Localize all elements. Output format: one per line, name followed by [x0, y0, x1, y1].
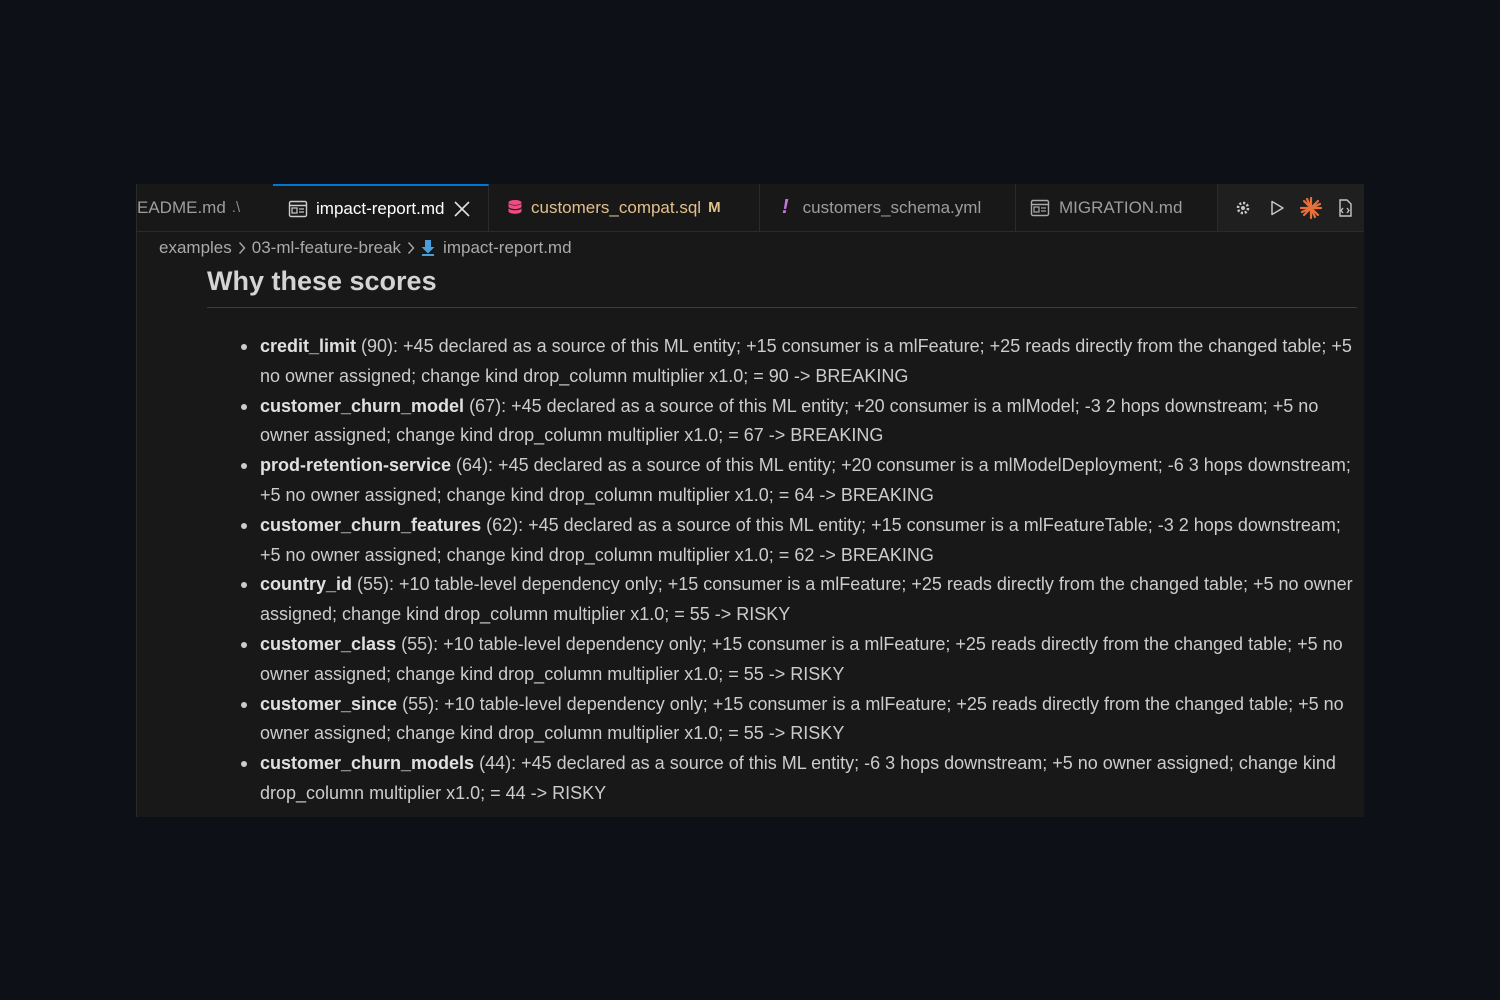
markdown-preview-icon	[288, 200, 308, 218]
tab-bar: EADME.md .\ impact-report.md customers_c…	[137, 184, 1364, 232]
tab-label: customers_schema.yml	[802, 197, 982, 217]
score-explanation: (55): +10 table-level dependency only; +…	[260, 633, 1343, 684]
score-explanation: (90): +45 declared as a source of this M…	[260, 336, 1352, 386]
list-item: customer_since (55): +10 table-level dep…	[241, 690, 1357, 750]
run-icon[interactable]	[1265, 196, 1289, 220]
close-icon[interactable]	[452, 199, 472, 219]
gear-icon[interactable]	[1231, 196, 1255, 220]
tab-customers-compat-sql[interactable]: customers_compat.sql M	[489, 184, 760, 231]
tab-description: .\	[231, 199, 241, 216]
chevron-right-icon	[238, 241, 246, 255]
markdown-download-icon	[421, 240, 435, 256]
entity-name: prod-retention-service	[260, 455, 452, 476]
tab-customers-schema-yml[interactable]: ! customers_schema.yml	[760, 184, 1016, 231]
entity-name: customer_churn_models	[260, 753, 475, 774]
tab-label: customers_compat.sql	[531, 197, 702, 217]
chevron-right-icon	[407, 241, 415, 255]
tab-label: EADME.md	[137, 197, 226, 217]
entity-name: credit_limit	[260, 336, 357, 356]
section-heading: Why these scores	[207, 262, 1357, 308]
markdown-preview-icon	[1030, 199, 1050, 217]
tab-label: MIGRATION.md	[1059, 197, 1183, 217]
editor-actions	[1231, 184, 1357, 231]
sparkle-icon[interactable]	[1299, 196, 1323, 220]
markdown-preview: Why these scores credit_limit (90): +45 …	[207, 262, 1357, 809]
list-item: customer_class (55): +10 table-level dep…	[241, 630, 1357, 690]
breadcrumb-item[interactable]: examples	[159, 238, 232, 258]
score-explanation: (55): +10 table-level dependency only; +…	[260, 693, 1344, 744]
breadcrumb-item[interactable]: 03-ml-feature-break	[252, 238, 401, 258]
entity-name: country_id	[260, 574, 353, 595]
tab-impact-report[interactable]: impact-report.md	[273, 184, 489, 231]
list-item: customer_churn_model (67): +45 declared …	[241, 392, 1357, 452]
entity-name: customer_churn_model	[260, 395, 465, 416]
exclamation-icon: !	[782, 196, 789, 218]
list-item: credit_limit (90): +45 declared as a sou…	[241, 332, 1357, 392]
tab-label: impact-report.md	[316, 198, 445, 218]
list-item: customer_churn_models (44): +45 declared…	[241, 749, 1357, 809]
list-item: prod-retention-service (64): +45 declare…	[241, 451, 1357, 511]
breadcrumb-item[interactable]: impact-report.md	[443, 238, 571, 258]
open-preview-icon[interactable]	[1333, 196, 1357, 220]
modified-badge: M	[708, 199, 721, 216]
editor-window: EADME.md .\ impact-report.md customers_c…	[136, 184, 1364, 817]
list-item: customer_churn_features (62): +45 declar…	[241, 511, 1357, 571]
entity-name: customer_since	[260, 693, 398, 714]
entity-name: customer_churn_features	[260, 514, 482, 535]
list-item: country_id (55): +10 table-level depende…	[241, 570, 1357, 630]
entity-name: customer_class	[260, 633, 397, 654]
score-list: credit_limit (90): +45 declared as a sou…	[207, 332, 1357, 809]
score-explanation: (55): +10 table-level dependency only; +…	[260, 574, 1353, 625]
database-icon	[507, 199, 523, 217]
breadcrumb: examples 03-ml-feature-break impact-repo…	[159, 236, 572, 260]
tab-migration-md[interactable]: MIGRATION.md	[1016, 184, 1218, 231]
